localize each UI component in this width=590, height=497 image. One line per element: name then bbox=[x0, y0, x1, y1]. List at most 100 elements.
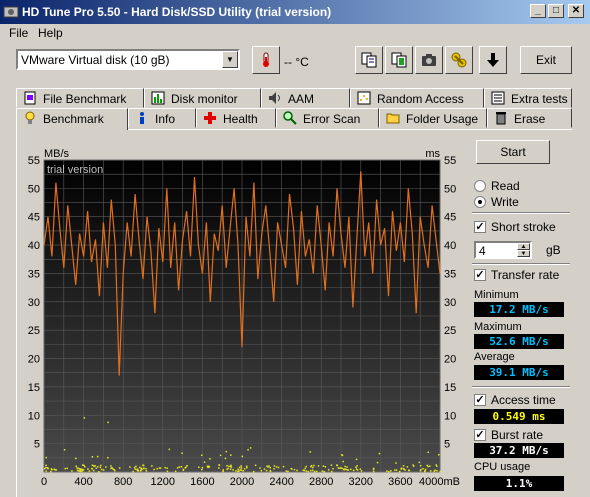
chevron-down-icon[interactable]: ▼ bbox=[222, 51, 238, 68]
access-time-point bbox=[245, 465, 248, 468]
maximize-button[interactable]: □ bbox=[548, 4, 564, 18]
y-tick-label-right: 40 bbox=[444, 240, 456, 252]
access-time-point bbox=[398, 470, 401, 473]
access-time-point bbox=[296, 469, 298, 472]
access-time-point bbox=[388, 470, 390, 473]
y-tick-label-right: 20 bbox=[444, 354, 456, 366]
separator bbox=[472, 263, 570, 265]
save-button[interactable] bbox=[479, 46, 507, 74]
access-time-point bbox=[427, 451, 429, 453]
access-time-point bbox=[242, 470, 245, 472]
access-time-point bbox=[241, 455, 244, 458]
access-time-point bbox=[181, 452, 183, 455]
tab-extra-tests[interactable]: Extra tests bbox=[484, 88, 572, 108]
menu-bar: File Help bbox=[0, 24, 590, 41]
access-time-point bbox=[137, 470, 140, 472]
access-time-point bbox=[346, 466, 348, 468]
tab-benchmark[interactable]: Benchmark bbox=[16, 108, 128, 130]
access-time-point bbox=[201, 466, 204, 469]
access-time-point bbox=[355, 468, 358, 470]
access-time-point bbox=[305, 465, 307, 468]
title-bar[interactable]: HD Tune Pro 5.50 - Hard Disk/SSD Utility… bbox=[0, 0, 590, 24]
wrench-icon bbox=[451, 52, 467, 68]
write-radio[interactable] bbox=[474, 196, 486, 208]
tab-aam[interactable]: AAM bbox=[261, 88, 350, 108]
access-time-point bbox=[91, 468, 93, 470]
tab-label: Info bbox=[155, 112, 176, 126]
access-time-point bbox=[185, 466, 187, 469]
access-time-point bbox=[225, 450, 228, 453]
access-time-point bbox=[110, 465, 112, 467]
access-time-point bbox=[346, 469, 348, 471]
start-button[interactable]: Start bbox=[476, 140, 550, 164]
access-time-point bbox=[100, 464, 102, 467]
x-tick-label: 4000mB bbox=[419, 476, 460, 487]
access-time-point bbox=[386, 470, 388, 472]
read-radio[interactable] bbox=[474, 180, 486, 192]
transfer-rate-checkbox[interactable]: ✓ bbox=[474, 269, 486, 281]
access-time-point bbox=[327, 469, 330, 471]
close-button[interactable]: ✕ bbox=[568, 4, 584, 18]
access-time-point bbox=[145, 470, 148, 472]
temperature-button[interactable] bbox=[252, 46, 280, 74]
access-time-point bbox=[435, 464, 437, 466]
tab-folder-usage[interactable]: Folder Usage bbox=[379, 108, 487, 128]
x-tick-label: 2800 bbox=[309, 476, 333, 487]
access-time-point bbox=[237, 470, 239, 473]
burst-rate-checkbox[interactable]: ✓ bbox=[474, 429, 486, 441]
access-time-point bbox=[312, 469, 314, 472]
access-time-point bbox=[372, 470, 375, 473]
options-button[interactable] bbox=[445, 46, 473, 74]
access-time-point bbox=[265, 469, 268, 472]
access-time-point bbox=[244, 468, 246, 470]
access-time-point bbox=[200, 468, 203, 471]
y-axis-unit-left: MB/s bbox=[44, 148, 70, 160]
arrow-down-icon bbox=[487, 53, 499, 67]
access-time-point bbox=[99, 466, 102, 469]
window-title: HD Tune Pro 5.50 - Hard Disk/SSD Utility… bbox=[22, 5, 332, 19]
health-icon bbox=[204, 112, 216, 124]
access-time-point bbox=[208, 465, 210, 468]
access-time-point bbox=[107, 421, 109, 424]
minimize-button[interactable]: _ bbox=[530, 4, 546, 18]
screenshot-button[interactable] bbox=[415, 46, 443, 74]
access-time-point bbox=[342, 460, 345, 463]
access-time-point bbox=[277, 466, 280, 469]
menu-help[interactable]: Help bbox=[38, 26, 63, 40]
access-time-point bbox=[402, 465, 405, 467]
access-time-checkbox[interactable]: ✓ bbox=[474, 394, 486, 406]
y-tick-label-right: 50 bbox=[444, 183, 456, 195]
x-tick-label: 800 bbox=[114, 476, 132, 487]
tab-file-benchmark[interactable]: File Benchmark bbox=[16, 88, 144, 108]
access-time-point bbox=[219, 454, 222, 457]
access-time-point bbox=[45, 470, 47, 472]
copy-all-button[interactable] bbox=[385, 46, 413, 74]
exit-button[interactable]: Exit bbox=[520, 46, 572, 74]
access-time-point bbox=[355, 458, 358, 461]
tab-error-scan[interactable]: Error Scan bbox=[276, 108, 379, 128]
tab-random-access[interactable]: Random Access bbox=[350, 88, 484, 108]
tab-erase[interactable]: Erase bbox=[487, 108, 572, 128]
access-time-point bbox=[166, 470, 169, 473]
short-stroke-checkbox[interactable]: ✓ bbox=[474, 221, 486, 233]
y-tick-label-left: 40 bbox=[28, 240, 40, 252]
tab-health[interactable]: Health bbox=[196, 108, 276, 128]
separator bbox=[472, 386, 570, 388]
access-time-point bbox=[247, 449, 249, 451]
drive-select[interactable]: VMware Virtual disk (10 gB) ▼ bbox=[16, 49, 240, 70]
access-time-point bbox=[63, 448, 66, 451]
menu-file[interactable]: File bbox=[9, 26, 28, 40]
spinner-down-icon[interactable]: ▼ bbox=[517, 250, 530, 257]
access-time-point bbox=[307, 470, 310, 473]
access-time-point bbox=[83, 417, 86, 419]
copy-info-button[interactable] bbox=[355, 46, 383, 74]
access-time-point bbox=[228, 465, 230, 468]
access-time-point bbox=[240, 469, 243, 471]
minimum-label: Minimum bbox=[474, 289, 519, 301]
tab-disk-monitor[interactable]: Disk monitor bbox=[144, 88, 261, 108]
stroke-size-spinner[interactable]: 4 ▲ ▼ bbox=[474, 241, 532, 259]
y-tick-label-left: 15 bbox=[28, 382, 40, 394]
tab-info[interactable]: Info bbox=[128, 108, 196, 128]
access-time-point bbox=[252, 470, 255, 473]
spinner-up-icon[interactable]: ▲ bbox=[517, 243, 530, 250]
